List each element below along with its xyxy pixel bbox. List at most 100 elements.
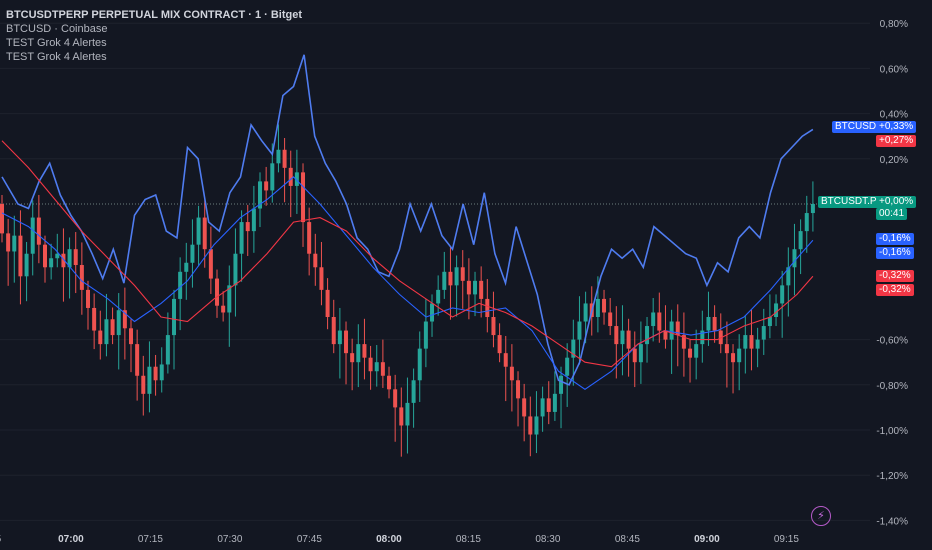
btcusdt-name-badge[interactable]: BTCUSDT.P: [818, 196, 880, 208]
candle-body: [301, 172, 306, 223]
candle-body: [276, 149, 281, 164]
candle-body: [583, 303, 588, 322]
y-tick-label: 0,80%: [880, 19, 908, 30]
candle-body: [503, 353, 508, 367]
candle-body: [331, 317, 336, 345]
candle-body: [509, 366, 514, 381]
candle-body: [79, 265, 84, 290]
candle-body: [135, 344, 140, 376]
candle-body: [24, 253, 29, 277]
blue-badge-2: -0,16%: [876, 247, 914, 259]
lightning-icon[interactable]: ⚡: [811, 506, 831, 526]
candle-body: [411, 380, 416, 403]
candle-body: [780, 285, 785, 304]
candle-body: [251, 208, 256, 232]
blue-badge-1: -0,16%: [876, 233, 914, 245]
candle-body: [423, 321, 428, 349]
candle-body: [374, 362, 379, 372]
candle-body: [522, 398, 527, 417]
candle-body: [30, 217, 35, 254]
candle-body: [761, 326, 766, 340]
legend-line-indicator-2[interactable]: TEST Grok 4 Alertes: [6, 50, 302, 64]
candle-body: [380, 362, 385, 376]
candle-body: [239, 222, 244, 254]
x-tick-label: 07:45: [297, 534, 322, 545]
candle-body: [602, 298, 607, 313]
candle-body: [516, 380, 521, 399]
candle-body: [399, 407, 404, 426]
x-tick-label: 09:15: [774, 534, 799, 545]
candle-body: [724, 344, 729, 354]
candle-body: [190, 244, 195, 263]
candle-body: [804, 213, 809, 232]
candle-body: [350, 353, 355, 363]
candle-body: [792, 249, 797, 268]
candle-body: [694, 344, 699, 358]
candle-body: [18, 235, 23, 277]
candle-body: [221, 305, 226, 313]
candle-body: [73, 249, 78, 266]
candle-body: [196, 217, 201, 245]
candle-body: [497, 335, 502, 354]
candle-body: [620, 330, 625, 345]
x-tick-label: 08:45: [615, 534, 640, 545]
candle-body: [546, 398, 551, 412]
candle-body: [632, 348, 637, 363]
legend-line-indicator-1[interactable]: TEST Grok 4 Alertes: [6, 36, 302, 50]
btcusd-name-badge[interactable]: BTCUSD: [832, 121, 880, 133]
candle-body: [626, 330, 631, 349]
candle-body: [645, 326, 650, 345]
y-tick-label: -0,60%: [876, 336, 908, 347]
price-chart[interactable]: 0,80% 0,60% 0,40% 0,20% -0,60% -0,80% -1,00% -1…: [0, 0, 932, 550]
candle-body: [153, 366, 158, 381]
candle-body: [491, 317, 496, 336]
candle-body: [319, 267, 324, 290]
candle-body: [559, 375, 564, 394]
candle-body: [731, 353, 736, 363]
candle-body: [417, 348, 422, 381]
candle-body: [86, 289, 91, 308]
candle-body: [12, 235, 17, 252]
y-tick-label: 0,40%: [880, 110, 908, 121]
candle-body: [430, 303, 435, 322]
red-top-badge: +0,27%: [876, 135, 917, 147]
candle-body: [202, 217, 207, 250]
candle-body: [233, 253, 238, 286]
y-tick-label: 0,20%: [880, 155, 908, 166]
candle-body: [608, 312, 613, 327]
series-line-2: [1, 140, 814, 368]
candle-body: [767, 317, 772, 327]
x-tick-label: 07:30: [217, 534, 242, 545]
x-tick-label: 09:00: [694, 534, 720, 545]
candle-body: [810, 204, 815, 214]
candle-body: [147, 366, 152, 394]
candle-body: [49, 258, 54, 268]
legend-line-btcusd[interactable]: BTCUSD · Coinbase: [6, 22, 302, 36]
candle-body: [657, 312, 662, 331]
chart-gridlines: [0, 22, 870, 521]
candle-body: [552, 393, 557, 412]
time-axis[interactable]: 6:45 07:00 07:15 07:30 07:45 08:00 08:15 08:30 0…: [0, 534, 799, 545]
candle-body: [712, 317, 717, 331]
candle-body: [749, 335, 754, 349]
symbol-title[interactable]: BTCUSDTPERP PERPETUAL MIX CONTRACT · 1 ·…: [6, 8, 302, 22]
candle-body: [528, 416, 533, 435]
candle-body: [460, 267, 465, 281]
candle-body: [270, 163, 275, 191]
candle-body: [245, 222, 250, 232]
candle-body: [485, 298, 490, 317]
candle-body: [307, 222, 312, 254]
y-tick-label: -1,00%: [876, 426, 908, 437]
candle-body: [473, 280, 478, 295]
candle-body: [141, 375, 146, 394]
btcusd-value-badge: +0,33%: [876, 121, 917, 133]
candle-body: [6, 233, 11, 252]
countdown-badge: 00:41: [876, 208, 908, 220]
candlestick-series: [0, 124, 815, 457]
candle-body: [651, 312, 656, 327]
candle-body: [454, 267, 459, 286]
candle-body: [129, 328, 134, 345]
y-tick-label: -0,80%: [876, 381, 908, 392]
candle-body: [282, 149, 287, 168]
candle-body: [393, 389, 398, 408]
